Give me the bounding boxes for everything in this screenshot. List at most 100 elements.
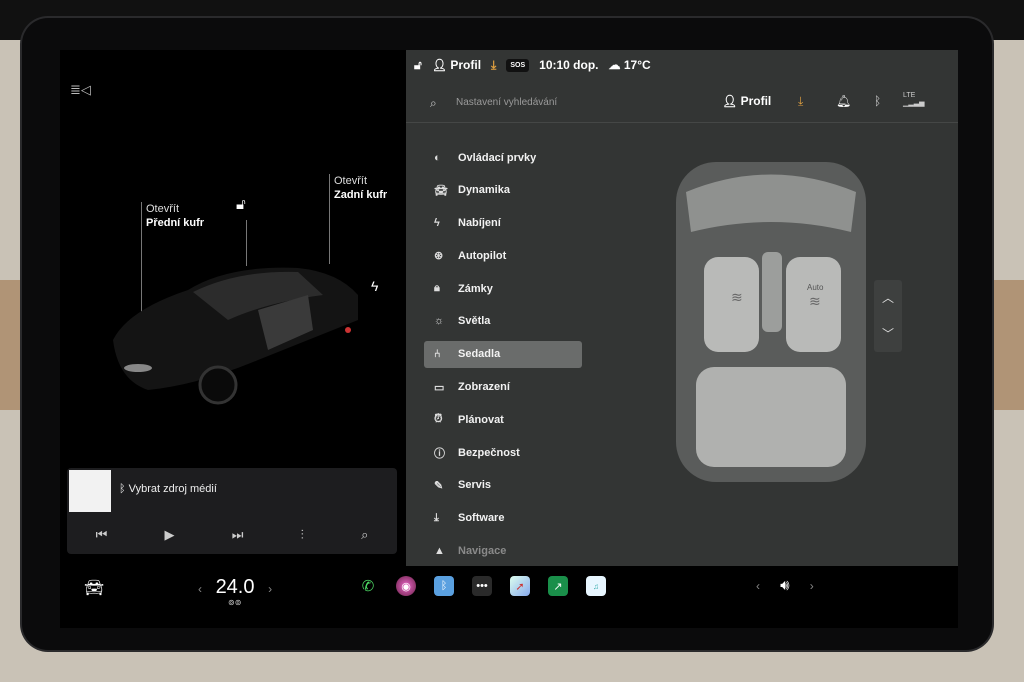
lock-icon: 🔒︎	[434, 282, 440, 295]
search-icon[interactable]: ⌕	[361, 527, 368, 543]
weather-temp: 17°C	[623, 58, 651, 72]
album-art	[69, 470, 111, 512]
chevron-down-icon[interactable]: ﹀	[874, 316, 902, 352]
menu-item-label: Bezpečnost	[458, 446, 520, 459]
charge-port-icon[interactable]: ϟ	[371, 278, 378, 294]
camera-icon[interactable]: ◉	[396, 576, 416, 596]
menu-item-0[interactable]: ◐ Ovládací prvky	[424, 144, 582, 171]
chevron-up-icon[interactable]: ︿	[874, 280, 902, 316]
volume-up-icon[interactable]: ›	[810, 579, 814, 593]
car-icon[interactable]: 🚘︎	[84, 578, 104, 598]
menu-item-4[interactable]: 🔒︎ Zámky	[424, 275, 582, 302]
temp-down-icon[interactable]: ‹	[198, 582, 202, 596]
bluetooth-app-icon[interactable]: ᛒ	[434, 576, 454, 596]
menu-item-3[interactable]: ⊛ Autopilot	[424, 242, 582, 269]
search-icon[interactable]: ⌕	[430, 96, 437, 111]
speaker-icon[interactable]: 🔊︎	[780, 577, 789, 594]
car-status-pane: ≣◁ Otevřít Přední kufr Otevřít Zadní kuf…	[60, 50, 406, 566]
download-status-icon[interactable]: ⤓	[491, 58, 496, 73]
menu-item-label: Dynamika	[458, 184, 510, 197]
menu-item-label: Ovládací prvky	[458, 151, 537, 164]
seat-icon: ⑃	[434, 348, 441, 361]
media-controls: ⏮ ▶ ⏭ ⫶ ⌕	[67, 520, 397, 550]
unlock-icon[interactable]: 🔓︎	[236, 196, 246, 213]
menu-item-label: Světla	[458, 315, 491, 328]
person-icon: 👤︎	[431, 58, 448, 72]
bolt-icon: ϟ	[434, 217, 440, 230]
weather: ☁ 17°C	[609, 58, 651, 72]
profile-status[interactable]: 👤︎ Profil	[432, 58, 481, 72]
previous-track-icon[interactable]: ⏮	[96, 527, 108, 543]
alert-icon: ⓘ	[434, 447, 445, 460]
media-source[interactable]: ᛒ Vybrat zdroj médií	[119, 483, 217, 495]
settings-pane: 🔓︎ 👤︎ Profil ⤓ SOS 10:10 dop. ☁ 17°C ⌕ N…	[406, 50, 958, 566]
play-icon[interactable]: ▶	[165, 527, 175, 543]
bottom-bar: 🚘︎ ‹ 24.0 › ⊚⊚ ✆ ◉ ᛒ ••• ➚ ↗ ♫ ‹ 🔊︎ ›	[60, 566, 958, 628]
display-icon: ▭	[434, 381, 445, 394]
trunk-label: Zadní kufr	[334, 189, 388, 201]
wrench-icon: ✎	[434, 479, 444, 492]
menu-item-10[interactable]: ✎ Servis	[424, 472, 582, 499]
menu-item-8[interactable]: ⏰︎ Plánovat	[424, 406, 582, 433]
download-icon: ⤓	[434, 511, 439, 524]
menu-item-11[interactable]: ⤓ Software	[424, 505, 582, 532]
temperature-control: ‹ 24.0 ›	[190, 576, 280, 599]
menu-item-label: Zámky	[458, 282, 493, 295]
menu-item-label: Navigace	[458, 545, 507, 558]
media-source-label: Vybrat zdroj médií	[128, 483, 217, 495]
menu-item-1[interactable]: 🚘︎ Dynamika	[424, 177, 582, 204]
car-icon: 🚘︎	[434, 184, 448, 197]
wood-trim-right	[994, 280, 1024, 410]
touchscreen: ≣◁ Otevřít Přední kufr Otevřít Zadní kuf…	[60, 50, 958, 628]
menu-item-2[interactable]: ϟ Nabíjení	[424, 210, 582, 237]
lock-open-status-icon[interactable]: 🔓︎	[414, 58, 422, 73]
trunk-action: Otevřít	[334, 175, 368, 187]
frunk-callout[interactable]: Otevřít Přední kufr	[146, 202, 204, 230]
navigation-app-icon[interactable]: ➚	[510, 576, 530, 596]
menu-item-12[interactable]: ▲ Navigace	[424, 538, 582, 565]
equalizer-icon[interactable]: ⫶	[301, 527, 304, 543]
profile-label: Profil	[740, 94, 772, 108]
toggle-icon: ◐	[434, 151, 441, 164]
seat-heater-indicator-icon: ⊚⊚	[228, 598, 242, 607]
bluetooth-icon[interactable]: ᛒ	[874, 94, 881, 108]
stocks-app-icon[interactable]: ↗	[548, 576, 568, 596]
menu-item-label: Nabíjení	[458, 217, 501, 230]
temp-up-icon[interactable]: ›	[268, 582, 272, 596]
temperature-value[interactable]: 24.0	[216, 576, 255, 598]
alarm-clock-icon: ⏰︎	[434, 413, 443, 426]
headlights-icon[interactable]: ≣◁	[70, 82, 91, 98]
download-icon[interactable]: ⤓	[798, 94, 803, 109]
menu-item-label: Software	[458, 512, 505, 525]
search-row: ⌕ Nastavení vyhledávání 👤︎ Profil ⤓ 🔔︎ ᛒ…	[406, 86, 958, 123]
profile-status-label: Profil	[450, 58, 482, 72]
menu-item-label: Zobrazení	[458, 381, 510, 394]
sos-badge[interactable]: SOS	[506, 58, 530, 72]
phone-icon[interactable]: ✆	[358, 576, 378, 596]
menu-item-9[interactable]: ⓘ Bezpečnost	[424, 439, 582, 466]
volume-control: ‹ 🔊︎ ›	[740, 577, 830, 594]
bell-icon[interactable]: 🔔︎	[836, 94, 851, 108]
menu-item-6[interactable]: ⑃ Sedadla	[424, 340, 582, 368]
seat-auto-label: Auto	[807, 283, 824, 292]
menu-item-7[interactable]: ▭ Zobrazení	[424, 374, 582, 401]
settings-menu: ◐ Ovládací prvky 🚘︎ Dynamika ϟ Nabíjení ⊛ Autop…	[424, 144, 582, 570]
menu-item-5[interactable]: ☼ Světla	[424, 308, 582, 335]
car-image	[113, 267, 358, 405]
seat-scroll-arrows: ︿ ﹀	[874, 280, 902, 352]
frunk-label: Přední kufr	[146, 217, 205, 229]
next-track-icon[interactable]: ⏭	[232, 527, 244, 543]
seat-diagram: ≋ Auto ≋	[676, 162, 866, 482]
music-app-icon[interactable]: ♫	[586, 576, 606, 596]
bluetooth-icon: ᛒ	[119, 483, 126, 495]
right-seat-heater-icon: ≋	[809, 293, 821, 309]
profile-button[interactable]: 👤︎ Profil	[722, 94, 771, 108]
person-icon: 👤︎	[722, 94, 738, 108]
more-apps-icon[interactable]: •••	[472, 576, 492, 596]
status-bar: 🔓︎ 👤︎ Profil ⤓ SOS 10:10 dop. ☁ 17°C	[406, 50, 958, 80]
frunk-action: Otevřít	[146, 203, 180, 215]
settings-search-input[interactable]: Nastavení vyhledávání	[456, 97, 557, 108]
trunk-callout[interactable]: Otevřít Zadní kufr	[334, 174, 387, 202]
lte-label: LTE	[903, 92, 916, 99]
volume-down-icon[interactable]: ‹	[756, 579, 760, 593]
